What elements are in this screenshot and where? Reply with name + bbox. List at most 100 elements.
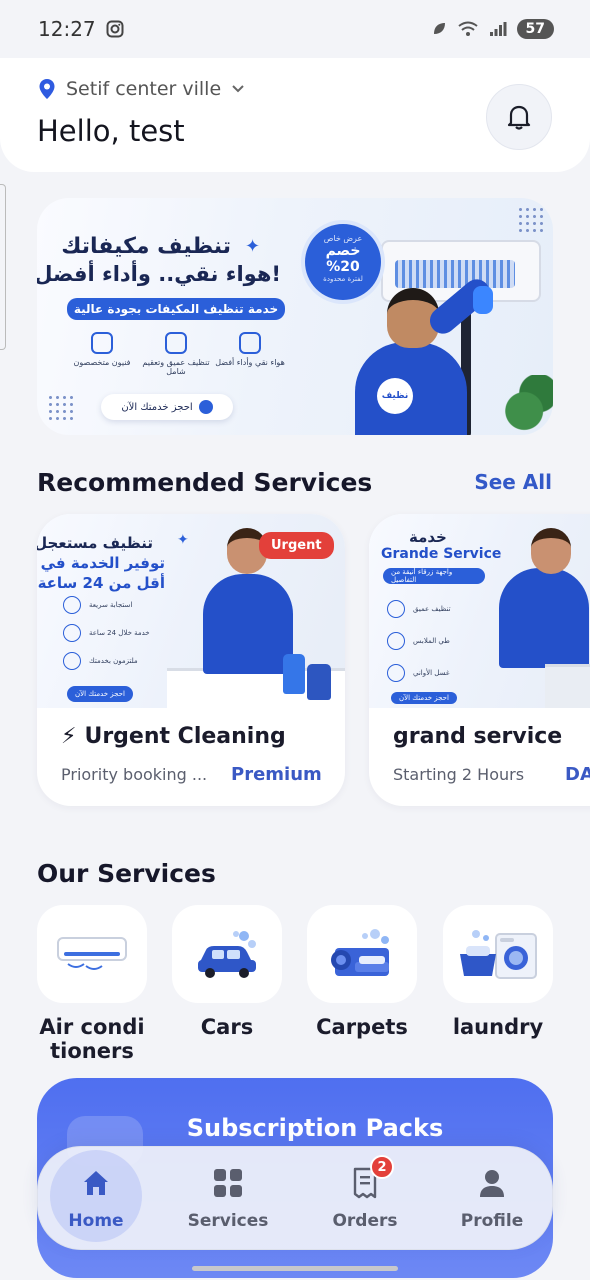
banner-title-1: تنظيف مكيفاتك	[61, 234, 231, 259]
service-label: Air condi tioners	[39, 1015, 145, 1063]
washing-machine-icon	[460, 930, 537, 979]
bell-icon	[507, 105, 531, 130]
card-image-title-1: تنظيف مستعجل	[37, 534, 153, 552]
card-title: ⚡ Urgent Cleaning	[61, 724, 286, 749]
urgent-badge: Urgent	[259, 532, 334, 559]
card-subtitle: Priority booking ...	[61, 765, 208, 784]
see-all-link[interactable]: See All	[474, 470, 552, 494]
card-title: grand service	[393, 724, 562, 749]
calendar-icon	[198, 400, 213, 414]
carpet-icon	[331, 929, 389, 976]
nav-home[interactable]: Home	[36, 1147, 156, 1251]
card-image: ✦ تنظيف مستعجل توفير الخدمة في أقل من 24…	[37, 514, 345, 708]
discount-line-2: خصم	[325, 243, 361, 259]
vacuum-icon	[387, 600, 405, 618]
card-image-row-label: خدمة خلال 24 ساعة	[89, 629, 150, 637]
car-icon	[198, 931, 256, 978]
card-title-label: grand service	[393, 724, 563, 749]
banner-feature: هواء نقي وأداء أفضل	[215, 332, 285, 367]
discount-line-4: لفترة محدودة	[323, 275, 363, 283]
service-cars[interactable]: Cars	[172, 905, 282, 1039]
bucket-illustration	[307, 664, 331, 700]
orders-badge: 2	[370, 1155, 394, 1179]
sparkle-icon: ✦	[177, 532, 189, 548]
service-carpets[interactable]: Carpets	[307, 905, 417, 1039]
card-image-row: تنظيف عميق	[387, 600, 451, 618]
chevron-down-icon	[232, 85, 244, 93]
location-pin-icon	[39, 79, 55, 99]
card-image-row: خدمة خلال 24 ساعة	[63, 624, 150, 642]
status-time: 12:27	[38, 17, 96, 41]
shield-check-icon	[91, 332, 113, 354]
card-image-title-3: أقل من 24 ساعة	[37, 574, 165, 592]
notifications-button[interactable]	[486, 84, 552, 150]
battery-indicator: 57	[516, 19, 554, 39]
banner-feature-label: هواء نقي وأداء أفضل	[215, 358, 285, 367]
card-image: خدمة Grande Service واجهة زرقاء أنيقة من…	[369, 514, 590, 708]
card-image-row-label: ملتزمون بخدمتك	[89, 657, 138, 665]
greeting: Hello, test	[37, 114, 185, 148]
card-image-row: ملتزمون بخدمتك	[63, 652, 138, 670]
status-bar: 12:27 57	[0, 0, 590, 58]
nav-label: Profile	[460, 1211, 524, 1231]
card-image-row: طي الملابس	[387, 632, 450, 650]
service-label: Carpets	[316, 1015, 408, 1039]
service-icon-box	[307, 905, 417, 1003]
service-laundry[interactable]: laundry	[443, 905, 553, 1039]
sparkle-clean-icon	[165, 332, 187, 354]
service-air-conditioners[interactable]: Air condi tioners	[37, 905, 147, 1063]
service-icon-box	[172, 905, 282, 1003]
service-card-grand[interactable]: خدمة Grande Service واجهة زرقاء أنيقة من…	[369, 514, 590, 806]
home-icon	[80, 1167, 112, 1199]
spray-bottle-icon	[63, 652, 81, 670]
nav-services[interactable]: Services	[168, 1147, 288, 1251]
nav-orders[interactable]: Orders	[305, 1147, 425, 1251]
card-image-title-1: خدمة	[409, 528, 447, 546]
brand-logo: نظيف	[377, 378, 413, 414]
card-image-row: غسل الأواني	[387, 664, 449, 682]
cleaner-head-illustration	[531, 528, 571, 574]
card-image-row: استجابة سريعة	[63, 596, 132, 614]
dot-pattern	[47, 394, 75, 422]
status-icons: 57	[431, 19, 554, 39]
card-image-cta: احجز خدمتك الآن	[67, 686, 133, 702]
discount-line-3: %20	[326, 259, 360, 275]
cleaner-illustration	[499, 568, 589, 668]
nav-profile[interactable]: Profile	[432, 1147, 552, 1251]
card-image-cta: احجز خدمتك الآن	[391, 692, 457, 704]
location-selector[interactable]: Setif center ville	[38, 78, 245, 100]
person-icon	[476, 1167, 508, 1199]
banner-feature: تنظيف عميق وتعقيم شامل	[141, 332, 211, 376]
status-time-group: 12:27	[38, 17, 124, 41]
grid-icon	[212, 1167, 244, 1199]
nav-label: Services	[187, 1211, 269, 1231]
card-tag: Premium	[231, 764, 322, 785]
banner-feature: فنيون متخصصون	[67, 332, 137, 367]
lightning-icon: ⚡	[61, 724, 77, 749]
shirt-icon	[387, 632, 405, 650]
bottle-illustration	[283, 654, 305, 694]
discount-badge: عرض خاص خصم %20 لفترة محدودة	[305, 224, 381, 300]
sink-illustration	[545, 664, 590, 708]
banner-feature-label: تنظيف عميق وتعقيم شامل	[142, 358, 210, 376]
card-image-row-label: استجابة سريعة	[89, 601, 133, 609]
header: Setif center ville Hello, test	[0, 58, 590, 172]
sparkle-icon: ✦	[245, 236, 261, 257]
air-conditioner-icon	[57, 937, 127, 970]
plant-illustration	[505, 375, 553, 435]
banner-feature-label: فنيون متخصصون	[73, 358, 131, 367]
promo-banner[interactable]: ✦ تنظيف مكيفاتك هواء نقي.. وأداء أفضل! خ…	[37, 198, 553, 435]
gesture-bar[interactable]	[192, 1266, 398, 1271]
nav-label: Home	[68, 1211, 124, 1231]
dot-pattern	[517, 206, 545, 234]
edge-handle[interactable]	[0, 184, 6, 350]
card-image-row-label: غسل الأواني	[413, 669, 450, 677]
service-label: laundry	[452, 1015, 544, 1039]
our-services-title: Our Services	[37, 859, 216, 888]
card-subtitle: Starting 2 Hours	[393, 765, 525, 784]
service-label: Cars	[200, 1015, 254, 1039]
card-image-row-label: طي الملابس	[413, 637, 450, 645]
banner-cta[interactable]: احجز خدمتك الآن	[101, 394, 233, 420]
card-tag: DA	[565, 764, 590, 785]
service-card-urgent[interactable]: ✦ تنظيف مستعجل توفير الخدمة في أقل من 24…	[37, 514, 345, 806]
